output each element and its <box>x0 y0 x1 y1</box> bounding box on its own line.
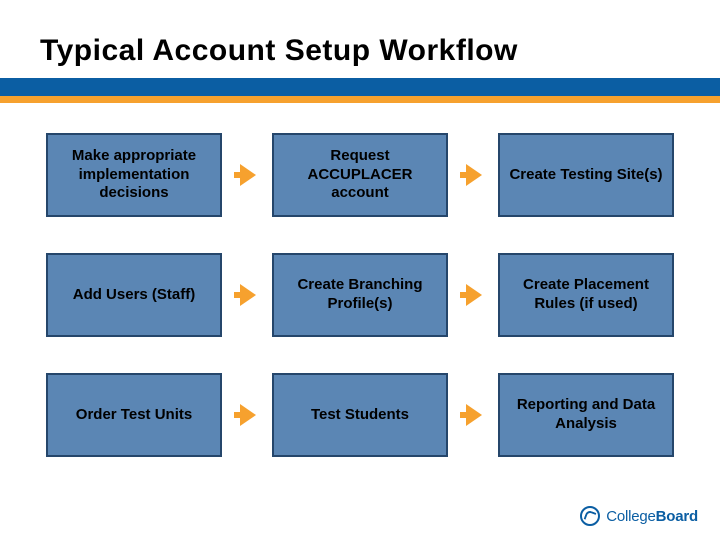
step-1: Make appropriate implementation decision… <box>46 133 222 217</box>
divider-orange <box>0 96 720 103</box>
footer-logo: CollegeBoard <box>580 506 698 526</box>
step-label: Create Branching Profile(s) <box>282 276 438 314</box>
step-label: Request ACCUPLACER account <box>282 147 438 203</box>
step-8: Test Students <box>272 373 448 457</box>
page-title: Typical Account Setup Workflow <box>40 34 680 68</box>
step-3: Create Testing Site(s) <box>498 133 674 217</box>
arrow-icon <box>240 164 256 186</box>
divider-blue <box>0 78 720 96</box>
step-label: Create Placement Rules (if used) <box>508 276 664 314</box>
arrow-icon <box>466 404 482 426</box>
step-label: Test Students <box>311 406 409 425</box>
brand-prefix: College <box>606 508 655 525</box>
collegeboard-icon <box>580 506 600 526</box>
arrow-icon <box>466 164 482 186</box>
step-4: Add Users (Staff) <box>46 253 222 337</box>
title-band: Typical Account Setup Workflow <box>0 0 720 78</box>
workflow-grid: Make appropriate implementation decision… <box>0 103 720 467</box>
collegeboard-wordmark: CollegeBoard <box>606 508 698 525</box>
brand-bold: Board <box>656 508 698 525</box>
step-label: Create Testing Site(s) <box>509 166 662 185</box>
step-label: Reporting and Data Analysis <box>508 396 664 434</box>
arrow-icon <box>466 284 482 306</box>
step-label: Add Users (Staff) <box>73 286 196 305</box>
arrow-icon <box>240 284 256 306</box>
step-9: Reporting and Data Analysis <box>498 373 674 457</box>
step-5: Create Branching Profile(s) <box>272 253 448 337</box>
step-7: Order Test Units <box>46 373 222 457</box>
step-6: Create Placement Rules (if used) <box>498 253 674 337</box>
step-label: Order Test Units <box>76 406 192 425</box>
step-label: Make appropriate implementation decision… <box>56 147 212 203</box>
step-2: Request ACCUPLACER account <box>272 133 448 217</box>
arrow-icon <box>240 404 256 426</box>
